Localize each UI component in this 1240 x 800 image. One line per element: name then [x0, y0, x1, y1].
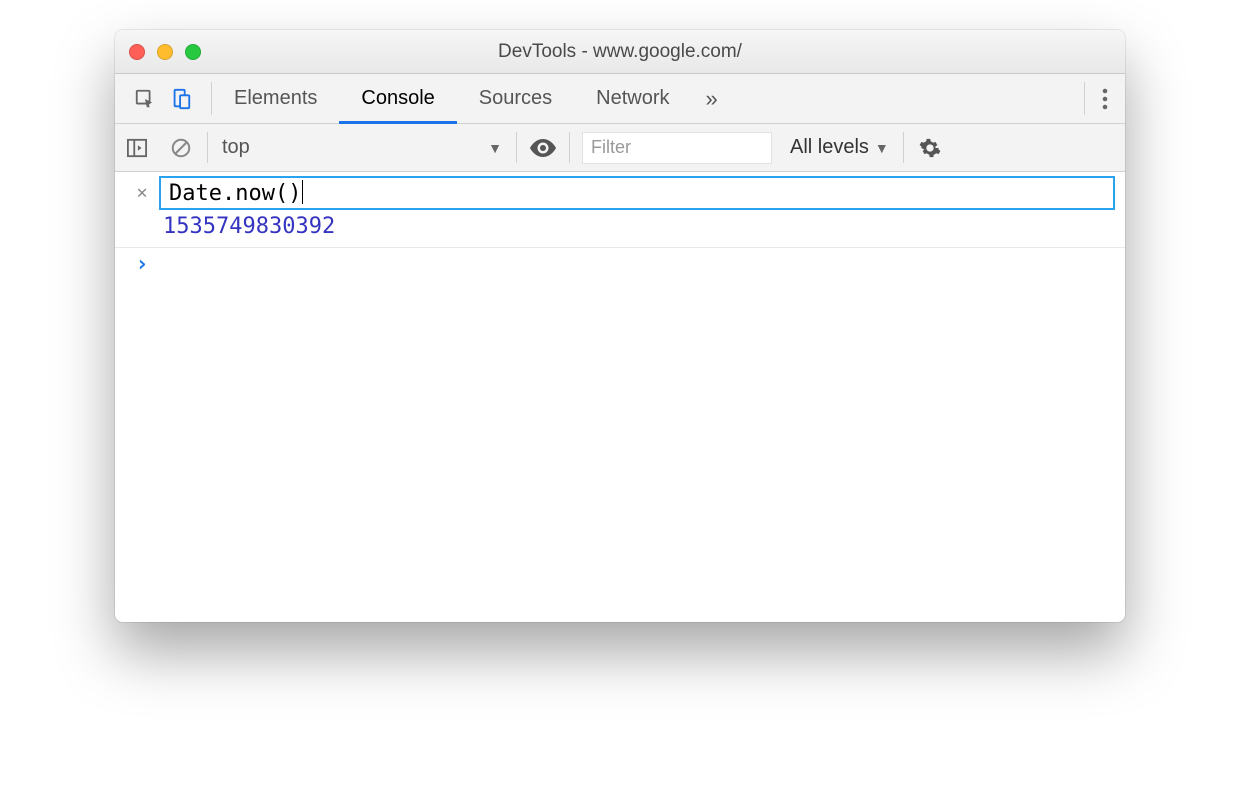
filter-input[interactable]: Filter — [582, 132, 772, 164]
minimize-window-button[interactable] — [157, 44, 173, 60]
settings-menu-button[interactable] — [1085, 74, 1125, 123]
console-settings-icon[interactable] — [914, 132, 946, 164]
live-expression-icon[interactable] — [527, 132, 559, 164]
tab-elements[interactable]: Elements — [212, 74, 339, 123]
zoom-window-button[interactable] — [185, 44, 201, 60]
console-toolbar: top ▼ Filter All levels ▼ — [115, 124, 1125, 172]
clear-console-icon[interactable] — [165, 132, 197, 164]
more-tabs-button[interactable]: » — [692, 74, 732, 123]
chevron-down-icon: ▼ — [875, 140, 889, 156]
tab-sources[interactable]: Sources — [457, 74, 574, 123]
tab-label: Sources — [479, 87, 552, 110]
live-expression-row: ✕ Date.now() 1535749830392 — [115, 172, 1125, 248]
console-output: ✕ Date.now() 1535749830392 › — [115, 172, 1125, 622]
log-levels-selector[interactable]: All levels ▼ — [780, 136, 899, 159]
window-title: DevTools - www.google.com/ — [115, 41, 1125, 63]
context-selector[interactable]: top ▼ — [212, 136, 512, 159]
devtools-window: DevTools - www.google.com/ Elements Cons… — [115, 30, 1125, 622]
inspect-element-icon[interactable] — [129, 83, 161, 115]
expression-result: 1535749830392 — [159, 214, 1115, 239]
prompt-chevron-icon: › — [125, 252, 159, 277]
tab-label: Network — [596, 87, 669, 110]
context-label: top — [222, 136, 250, 159]
chevron-double-right-icon: » — [706, 86, 718, 112]
tab-label: Elements — [234, 87, 317, 110]
expression-text: Date.now() — [169, 181, 301, 206]
tab-network[interactable]: Network — [574, 74, 691, 123]
close-window-button[interactable] — [129, 44, 145, 60]
chevron-down-icon: ▼ — [488, 140, 502, 156]
main-toolbar: Elements Console Sources Network » — [115, 74, 1125, 124]
titlebar: DevTools - www.google.com/ — [115, 30, 1125, 74]
filter-placeholder: Filter — [591, 137, 631, 158]
window-controls — [129, 44, 201, 60]
live-expression-input[interactable]: Date.now() — [159, 176, 1115, 210]
toggle-sidebar-icon[interactable] — [121, 132, 153, 164]
device-toolbar-icon[interactable] — [165, 83, 197, 115]
console-prompt-row[interactable]: › — [115, 248, 1125, 281]
close-icon[interactable]: ✕ — [137, 176, 148, 210]
levels-label: All levels — [790, 136, 869, 159]
kebab-icon — [1102, 88, 1108, 110]
text-caret — [302, 180, 303, 204]
tab-label: Console — [361, 87, 434, 110]
tab-console[interactable]: Console — [339, 74, 456, 123]
panel-tabs: Elements Console Sources Network » — [212, 74, 1084, 123]
